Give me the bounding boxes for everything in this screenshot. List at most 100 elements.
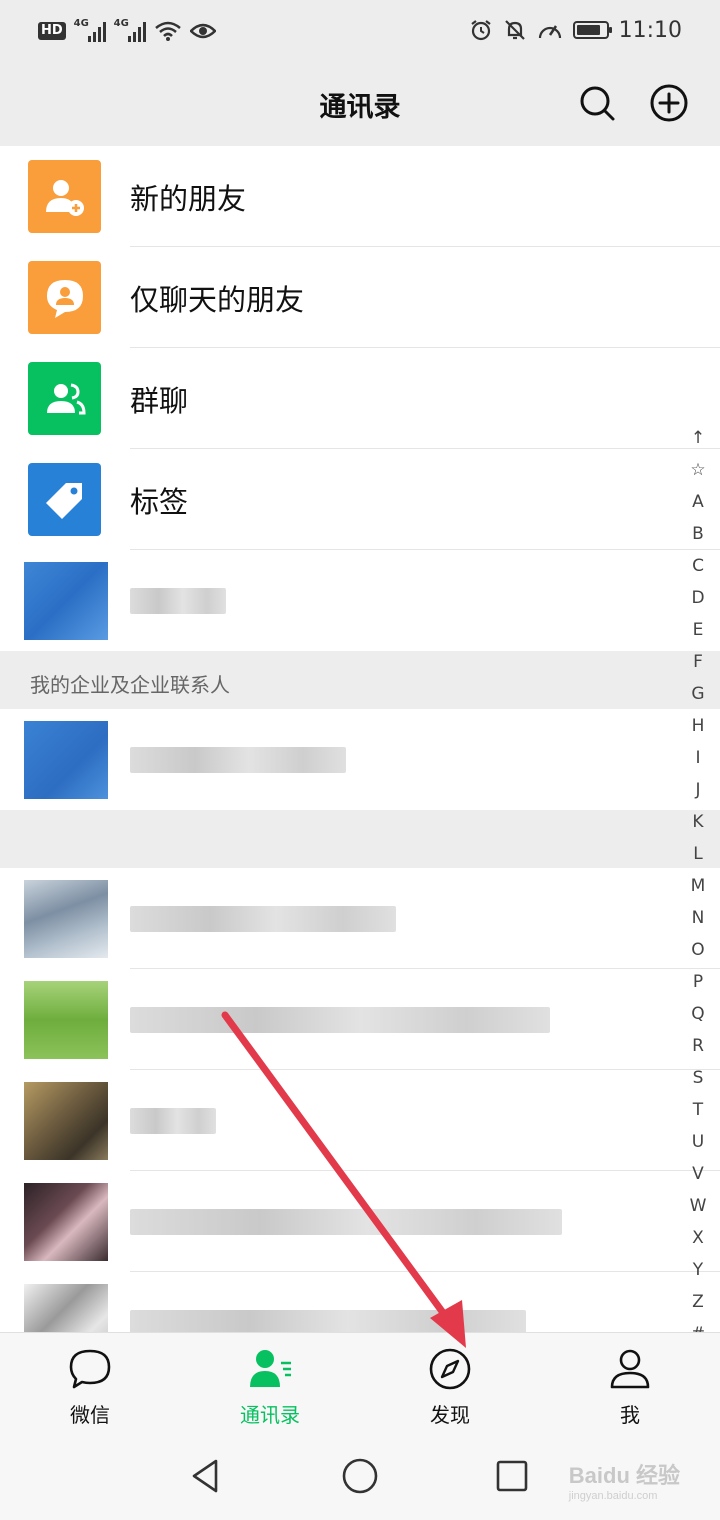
section-header-label: 我的企业及企业联系人 bbox=[30, 673, 230, 697]
contact-item[interactable] bbox=[0, 868, 720, 969]
speedometer-icon bbox=[538, 25, 561, 39]
contact-name-blurred bbox=[130, 1108, 216, 1134]
chat-person-icon bbox=[28, 261, 101, 334]
tab-label: 发现 bbox=[430, 1403, 470, 1427]
index-letter[interactable]: J bbox=[686, 774, 710, 806]
group-icon bbox=[28, 362, 101, 435]
index-letter[interactable]: R bbox=[686, 1030, 710, 1062]
avatar bbox=[24, 1183, 108, 1261]
contact-name-blurred bbox=[130, 588, 226, 614]
index-letter[interactable]: Q bbox=[686, 998, 710, 1030]
bell-off-icon bbox=[504, 20, 525, 40]
person-icon bbox=[610, 1349, 650, 1389]
index-letter[interactable]: N bbox=[686, 902, 710, 934]
enterprise-contact-item[interactable] bbox=[0, 709, 720, 810]
index-letter[interactable]: W bbox=[686, 1190, 710, 1222]
tab-label: 通讯录 bbox=[240, 1403, 300, 1427]
contact-list[interactable]: 新的朋友 仅聊天的朋友 群聊 标签 我的企业及企业联系人 ↑ ☆ A B C D… bbox=[0, 146, 720, 1332]
index-letter[interactable]: A bbox=[686, 486, 710, 518]
index-letter[interactable]: V bbox=[686, 1158, 710, 1190]
tab-discover[interactable]: 发现 bbox=[360, 1333, 540, 1435]
index-letter[interactable]: H bbox=[686, 710, 710, 742]
recents-square-icon bbox=[496, 1460, 528, 1492]
new-friends-label: 新的朋友 bbox=[130, 182, 247, 216]
chat-only-friends-item[interactable]: 仅聊天的朋友 bbox=[0, 247, 720, 348]
letter-section-header bbox=[0, 810, 720, 868]
chat-only-friends-label: 仅聊天的朋友 bbox=[130, 283, 305, 317]
index-letter[interactable]: T bbox=[686, 1094, 710, 1126]
index-letter[interactable]: K bbox=[686, 806, 710, 838]
index-letter[interactable]: I bbox=[686, 742, 710, 774]
header: 通讯录 bbox=[0, 60, 720, 146]
wifi-icon bbox=[154, 21, 181, 41]
signal-icon: 4G bbox=[74, 18, 106, 42]
index-letter[interactable]: S bbox=[686, 1062, 710, 1094]
add-button[interactable] bbox=[648, 82, 690, 124]
index-letter[interactable]: C bbox=[686, 550, 710, 582]
eye-icon bbox=[189, 23, 216, 39]
avatar bbox=[24, 562, 108, 640]
contact-item[interactable] bbox=[0, 1272, 720, 1332]
alphabet-index-bar[interactable]: ↑☆ABCDEFGHIJKLMNOPQRSTUVWXYZ# bbox=[686, 422, 710, 1332]
index-letter[interactable]: M bbox=[686, 870, 710, 902]
avatar bbox=[24, 981, 108, 1059]
battery-icon bbox=[572, 21, 612, 39]
back-button[interactable] bbox=[186, 1456, 226, 1496]
watermark: Baidu 经验 jingyan.baidu.com bbox=[568, 1463, 680, 1502]
index-letter[interactable]: ☆ bbox=[686, 454, 710, 486]
chat-bubble-icon bbox=[69, 1349, 111, 1389]
group-chats-item[interactable]: 群聊 bbox=[0, 348, 720, 449]
index-letter[interactable]: E bbox=[686, 614, 710, 646]
index-letter[interactable]: G bbox=[686, 678, 710, 710]
tab-label: 我 bbox=[620, 1403, 640, 1427]
tab-chats[interactable]: 微信 bbox=[0, 1333, 180, 1435]
home-circle-icon bbox=[342, 1458, 378, 1494]
contact-item[interactable] bbox=[0, 1070, 720, 1171]
search-button[interactable] bbox=[576, 82, 618, 124]
tab-contacts[interactable]: 通讯录 bbox=[180, 1333, 360, 1435]
search-icon bbox=[580, 86, 615, 121]
status-bar: HD 4G 4G 11:10 bbox=[0, 0, 720, 60]
system-navigation-bar: Baidu 经验 jingyan.baidu.com bbox=[0, 1434, 720, 1520]
alarm-icon bbox=[470, 20, 491, 41]
index-letter[interactable]: Y bbox=[686, 1254, 710, 1286]
contact-name-blurred bbox=[130, 747, 346, 773]
new-friends-item[interactable]: 新的朋友 bbox=[0, 146, 720, 247]
index-letter[interactable]: Z bbox=[686, 1286, 710, 1318]
index-letter[interactable]: P bbox=[686, 966, 710, 998]
index-letter[interactable]: U bbox=[686, 1126, 710, 1158]
tags-item[interactable]: 标签 bbox=[0, 449, 720, 550]
contact-name-blurred bbox=[130, 1007, 550, 1033]
status-time: 11:10 bbox=[618, 17, 682, 43]
index-letter[interactable]: X bbox=[686, 1222, 710, 1254]
hd-badge: HD bbox=[38, 22, 66, 40]
tag-icon bbox=[28, 463, 101, 536]
index-letter[interactable]: L bbox=[686, 838, 710, 870]
tags-label: 标签 bbox=[130, 485, 189, 519]
group-chats-label: 群聊 bbox=[130, 384, 189, 418]
index-letter[interactable]: F bbox=[686, 646, 710, 678]
contact-item[interactable] bbox=[0, 1171, 720, 1272]
enterprise-section-header: 我的企业及企业联系人 bbox=[0, 651, 720, 709]
index-letter[interactable]: B bbox=[686, 518, 710, 550]
contacts-icon bbox=[250, 1350, 291, 1387]
avatar bbox=[24, 721, 108, 799]
tab-me[interactable]: 我 bbox=[540, 1333, 720, 1435]
compass-icon bbox=[429, 1348, 471, 1390]
contact-name-blurred bbox=[130, 1310, 526, 1332]
index-letter[interactable]: O bbox=[686, 934, 710, 966]
avatar bbox=[24, 1284, 108, 1332]
index-letter[interactable]: # bbox=[686, 1318, 710, 1332]
home-button[interactable] bbox=[340, 1456, 380, 1496]
back-triangle-icon bbox=[192, 1459, 218, 1493]
person-add-icon bbox=[28, 160, 101, 233]
signal-icon: 4G bbox=[114, 18, 146, 42]
official-account-item[interactable] bbox=[0, 550, 720, 651]
index-letter[interactable]: D bbox=[686, 582, 710, 614]
contact-name-blurred bbox=[130, 906, 396, 932]
recents-button[interactable] bbox=[492, 1456, 532, 1496]
index-letter[interactable]: ↑ bbox=[686, 422, 710, 454]
contact-item[interactable] bbox=[0, 969, 720, 1070]
contact-name-blurred bbox=[130, 1209, 562, 1235]
avatar bbox=[24, 1082, 108, 1160]
